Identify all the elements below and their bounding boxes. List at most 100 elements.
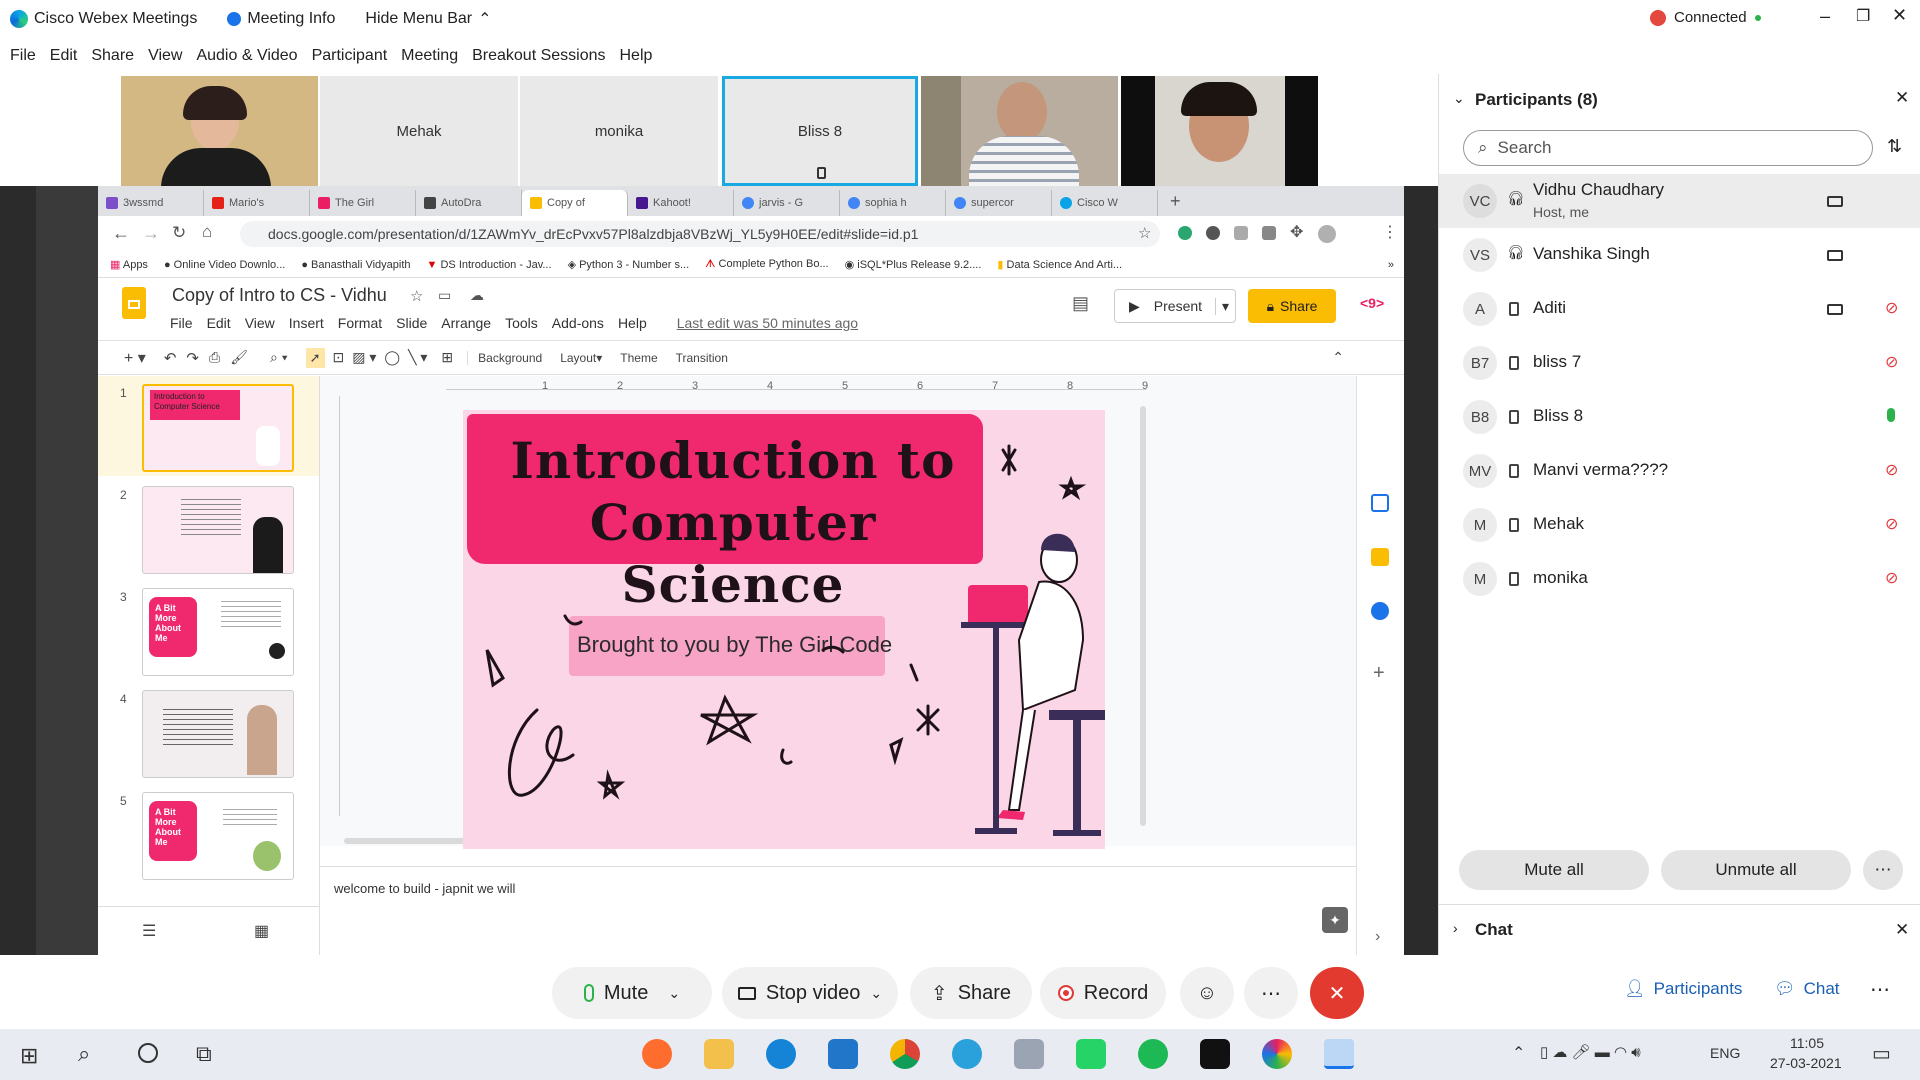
zoom-icon[interactable]: ⌕ ▾ xyxy=(270,349,288,366)
participant-row-aditi[interactable]: A Aditi ⊘ xyxy=(1439,282,1920,336)
clock-time[interactable]: 11:05 xyxy=(1790,1035,1824,1051)
menu-share[interactable]: Share xyxy=(91,47,134,65)
menu-audio-video[interactable]: Audio & Video xyxy=(196,47,297,65)
document-title[interactable]: Copy of Intro to CS - Vidhu xyxy=(172,285,387,306)
chat-header[interactable]: Chat xyxy=(1475,920,1513,940)
notification-icon[interactable]: ▭ xyxy=(1872,1041,1891,1066)
participant-row-vanshika[interactable]: VS 🎧︎ Vanshika Singh xyxy=(1439,228,1920,282)
slides-menu-edit[interactable]: Edit xyxy=(207,315,231,331)
slide-thumb-5[interactable]: A Bit More About Me xyxy=(142,792,294,880)
menu-participant[interactable]: Participant xyxy=(312,47,388,65)
hide-menu-bar-button[interactable]: Hide Menu Bar ⌃ xyxy=(365,9,491,29)
tab-8[interactable]: sophia h xyxy=(840,190,946,216)
add-addon-icon[interactable]: + xyxy=(1373,662,1385,685)
mute-button[interactable]: Mute ⌄ xyxy=(552,967,712,1019)
extension-icon[interactable] xyxy=(1262,226,1276,240)
menu-breakout[interactable]: Breakout Sessions xyxy=(472,47,605,65)
participant-row-manvi[interactable]: MV Manvi verma???? ⊘ xyxy=(1439,444,1920,498)
close-window-icon[interactable]: ✕ xyxy=(1892,5,1907,26)
firefox-icon[interactable] xyxy=(642,1039,672,1069)
search-taskbar-icon[interactable]: ⌕ xyxy=(78,1041,90,1067)
expand-panel-icon[interactable]: › xyxy=(1375,928,1380,946)
more-panels-icon[interactable]: ⋯ xyxy=(1870,977,1890,1002)
slides-menu-arrange[interactable]: Arrange xyxy=(441,315,491,331)
slides-menu-addons[interactable]: Add-ons xyxy=(552,315,604,331)
girl-code-extension-icon[interactable]: <9> xyxy=(1360,295,1384,311)
tab-6[interactable]: Kahoot! xyxy=(628,190,734,216)
speaker-notes[interactable]: welcome to build - japnit we will ✦ xyxy=(320,866,1360,955)
slide-thumb-4[interactable] xyxy=(142,690,294,778)
menu-view[interactable]: View xyxy=(148,47,182,65)
tab-4[interactable]: AutoDra xyxy=(416,190,522,216)
chevron-down-icon[interactable]: ⌄ xyxy=(870,985,882,1002)
shape-icon[interactable]: ◯ xyxy=(384,349,400,366)
bookmark-5[interactable]: ᗑ Complete Python Bo... xyxy=(705,258,828,271)
cloud-status-icon[interactable]: ☁ xyxy=(470,287,484,304)
tab-2[interactable]: Mario's xyxy=(204,190,310,216)
video-tile-monika[interactable]: monika xyxy=(520,76,718,186)
slides-menu-slide[interactable]: Slide xyxy=(396,315,427,331)
tray-chevron-icon[interactable]: ⌃ xyxy=(1512,1043,1525,1063)
app-icon-2[interactable] xyxy=(1262,1039,1292,1069)
menu-help[interactable]: Help xyxy=(620,47,653,65)
bookmark-1[interactable]: ● Online Video Downlo... xyxy=(164,259,285,271)
tab-9[interactable]: supercor xyxy=(946,190,1052,216)
theme-button[interactable]: Theme xyxy=(620,351,657,365)
minimize-icon[interactable]: – xyxy=(1820,6,1830,27)
tasks-icon[interactable] xyxy=(1371,602,1389,620)
bookmark-4[interactable]: ◈ Python 3 - Number s... xyxy=(568,258,690,271)
menu-meeting[interactable]: Meeting xyxy=(401,47,458,65)
stop-video-button[interactable]: Stop video ⌄ xyxy=(722,967,898,1019)
slides-menu-insert[interactable]: Insert xyxy=(289,315,324,331)
chevron-down-icon[interactable]: ⌄ xyxy=(668,985,680,1002)
image-icon[interactable]: ▨ ▾ xyxy=(352,349,376,366)
participant-row-bliss-8[interactable]: B8 Bliss 8 xyxy=(1439,390,1920,444)
line-icon[interactable]: ╲ ▾ xyxy=(408,349,427,366)
star-document-icon[interactable]: ☆ xyxy=(410,287,423,305)
mic-muted-icon[interactable]: ⊘ xyxy=(1885,514,1898,534)
tab-5-active[interactable]: Copy of xyxy=(522,190,628,216)
menu-edit[interactable]: Edit xyxy=(50,47,78,65)
new-slide-icon[interactable]: + ▾ xyxy=(124,348,146,368)
close-panel-icon[interactable]: ✕ xyxy=(1895,88,1909,108)
participants-toggle-button[interactable]: 👤︎ Participants xyxy=(1624,979,1742,999)
reload-icon[interactable]: ↻ xyxy=(172,223,186,243)
slide-thumb-1[interactable]: Introduction to Computer Science xyxy=(142,384,294,472)
task-view-icon[interactable]: ⧉ xyxy=(196,1041,212,1067)
move-folder-icon[interactable]: ▭ xyxy=(438,287,451,304)
file-explorer-icon[interactable] xyxy=(704,1039,734,1069)
pycharm-icon[interactable] xyxy=(1200,1039,1230,1069)
kebab-menu-icon[interactable]: ⋮ xyxy=(1382,222,1398,242)
clock-date[interactable]: 27-03-2021 xyxy=(1770,1055,1842,1071)
participant-row-vidhu[interactable]: VC 🎧︎ Vidhu Chaudhary Host, me xyxy=(1439,174,1920,228)
mic-muted-icon[interactable]: ⊘ xyxy=(1885,352,1898,372)
whatsapp-icon[interactable] xyxy=(1076,1039,1106,1069)
background-button[interactable]: Background xyxy=(467,350,542,365)
slides-menu-format[interactable]: Format xyxy=(338,315,382,331)
extension-icon[interactable] xyxy=(1178,226,1192,240)
windows-start-icon[interactable]: ⊞ xyxy=(20,1043,38,1069)
list-view-icon[interactable]: ☰ xyxy=(142,921,156,941)
reactions-button[interactable]: ☺ xyxy=(1180,967,1234,1019)
more-bookmarks-icon[interactable]: » xyxy=(1388,259,1394,271)
new-tab-icon[interactable]: + xyxy=(1170,191,1181,212)
slides-menu-file[interactable]: File xyxy=(170,315,193,331)
present-dropdown-icon[interactable]: ▾ xyxy=(1214,297,1229,315)
meeting-info-button[interactable]: Meeting Info xyxy=(227,10,335,28)
bookmark-7[interactable]: ▮ Data Science And Arti... xyxy=(997,258,1122,271)
slide-thumb-3[interactable]: A Bit More About Me xyxy=(142,588,294,676)
paint-format-icon[interactable]: 🖌︎ xyxy=(230,349,248,366)
back-icon[interactable]: ← xyxy=(112,223,130,244)
video-tile-camera[interactable] xyxy=(121,76,318,186)
layout-button[interactable]: Layout▾ xyxy=(560,351,602,365)
vscode-icon[interactable] xyxy=(828,1039,858,1069)
cortana-icon[interactable] xyxy=(138,1043,158,1063)
bookmark-2[interactable]: ● Banasthali Vidyapith xyxy=(301,259,410,271)
connection-status[interactable]: Connected xyxy=(1650,9,1761,26)
text-box-icon[interactable]: ⊡ xyxy=(333,349,345,366)
mic-muted-icon[interactable]: ⊘ xyxy=(1885,460,1898,480)
slides-menu-view[interactable]: View xyxy=(245,315,275,331)
telegram-icon[interactable] xyxy=(952,1039,982,1069)
sort-icon[interactable]: ⇅ xyxy=(1887,136,1902,157)
app-icon[interactable] xyxy=(1014,1039,1044,1069)
